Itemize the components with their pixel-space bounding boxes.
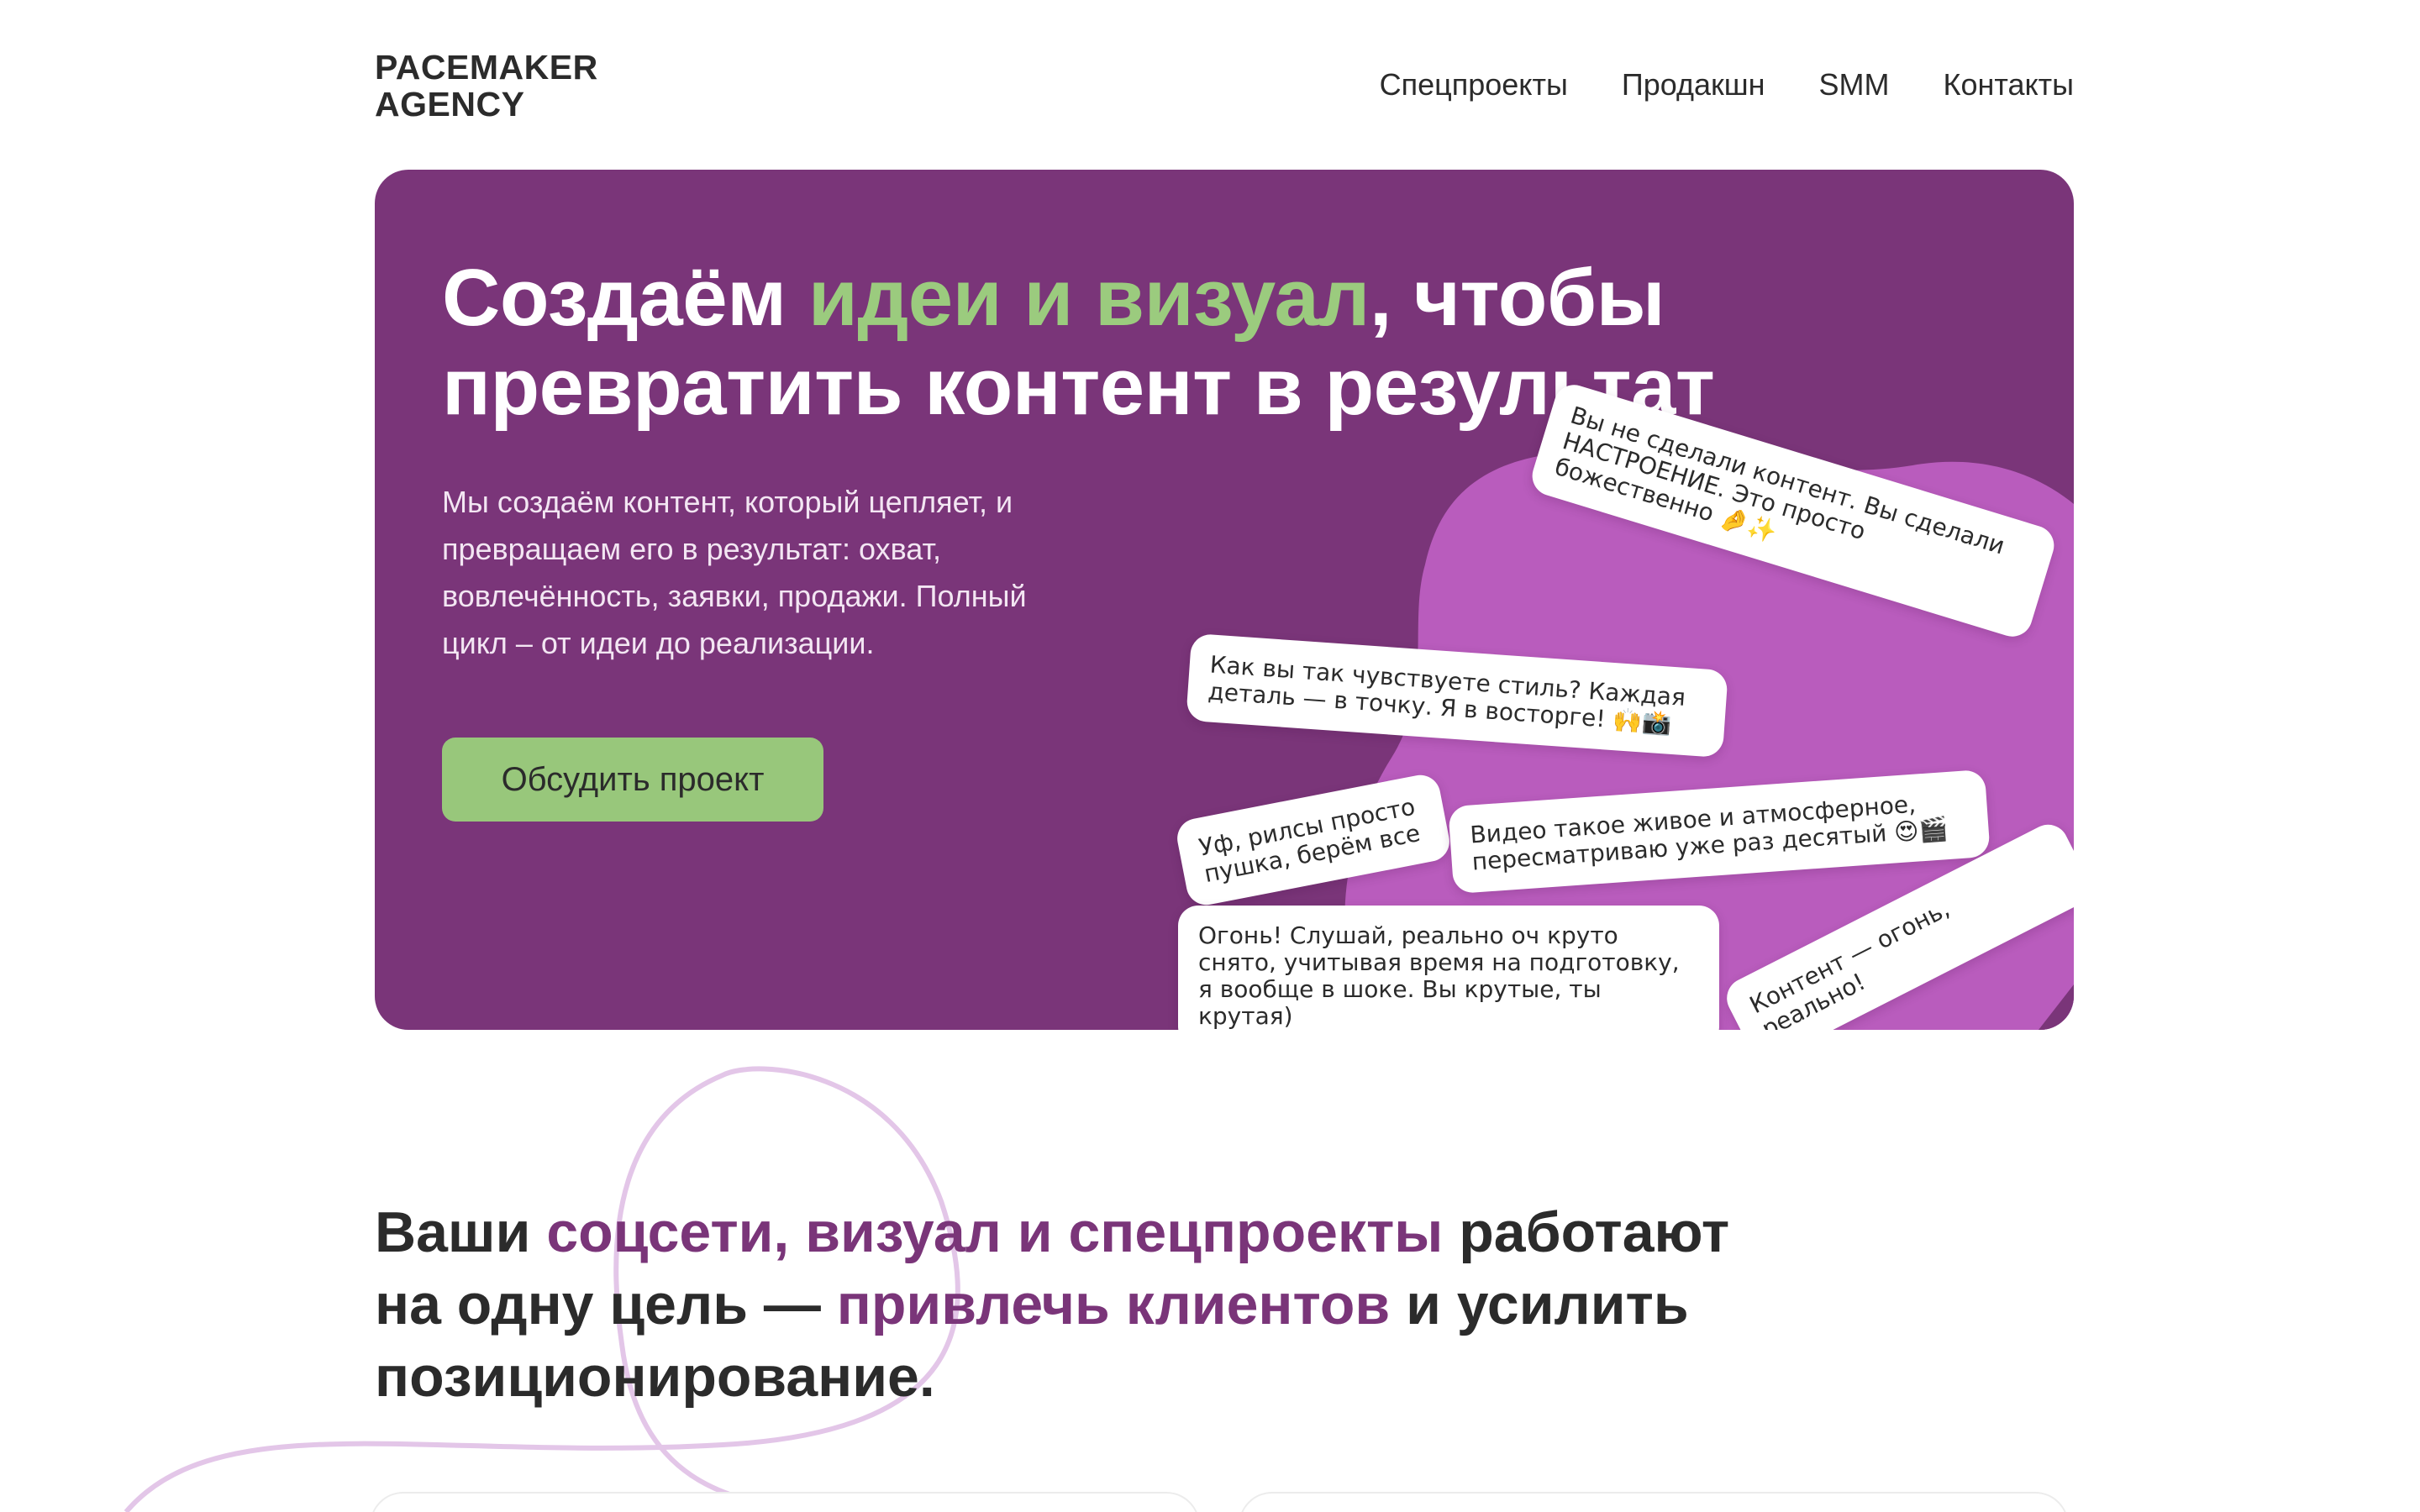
- logo-line-2: AGENCY: [375, 85, 525, 123]
- discuss-project-button[interactable]: Обсудить проект: [442, 738, 823, 822]
- main-nav: Спецпроекты Продакшн SMM Контакты: [1380, 67, 2074, 102]
- hero-title-accent: идеи и визуал: [808, 253, 1370, 343]
- nav-item-special-projects[interactable]: Спецпроекты: [1380, 67, 1568, 102]
- section-title-accent-1: соцсети, визуал и спецпроекты: [546, 1200, 1444, 1264]
- nav-item-smm[interactable]: SMM: [1819, 67, 1890, 102]
- page: PACEMAKER AGENCY Спецпроекты Продакшн SM…: [0, 0, 2420, 1512]
- service-card-right[interactable]: [1239, 1492, 2069, 1512]
- section-title: Ваши соцсети, визуал и спецпроекты работ…: [375, 1200, 1730, 1409]
- logo-line-1: PACEMAKER: [375, 48, 598, 87]
- nav-item-contacts[interactable]: Контакты: [1944, 67, 2075, 102]
- hero-title: Создаём идеи и визуал, чтобы превратить …: [442, 253, 1715, 432]
- hero-description: Мы создаём контент, который цепляет, и п…: [442, 485, 1027, 660]
- section-title-accent-2: привлечь клиентов: [836, 1273, 1391, 1336]
- service-card-left[interactable]: [370, 1492, 1200, 1512]
- review-card: Огонь! Слушай, реально оч круто снято, у…: [1178, 906, 1719, 1030]
- logo[interactable]: PACEMAKER AGENCY: [375, 49, 598, 123]
- hero-banner: Создаём идеи и визуал, чтобы превратить …: [375, 170, 2074, 1030]
- nav-item-production[interactable]: Продакшн: [1622, 67, 1765, 102]
